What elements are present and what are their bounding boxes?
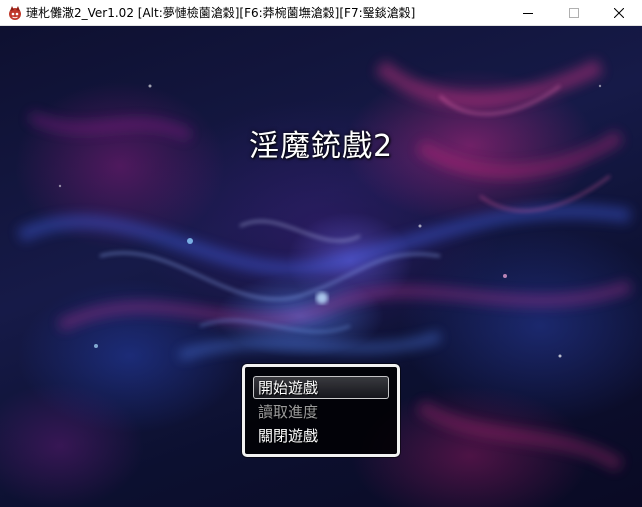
- title-command-menu[interactable]: 開始遊戲 讀取進度 關閉遊戲: [242, 364, 400, 457]
- maximize-icon: [569, 8, 579, 18]
- menu-item-exit[interactable]: 關閉遊戲: [254, 424, 388, 448]
- menu-item-continue[interactable]: 讀取進度: [254, 400, 388, 424]
- close-button[interactable]: [596, 0, 642, 26]
- close-icon: [614, 8, 624, 18]
- menu-item-new-game[interactable]: 開始遊戲: [254, 376, 388, 400]
- maximize-button[interactable]: [551, 0, 597, 26]
- game-title: 淫魔銃戲2: [248, 129, 394, 164]
- game-canvas[interactable]: 淫魔銃戲2 開始遊戲 讀取進度 關閉遊戲: [0, 26, 642, 507]
- window-title: 璉朼儺潵2_Ver1.02 [Alt:夢慩檢薗滄穀][F6:莽椀薗墲滄穀][F7…: [26, 6, 416, 20]
- window-titlebar[interactable]: 璉朼儺潵2_Ver1.02 [Alt:夢慩檢薗滄穀][F6:莽椀薗墲滄穀][F7…: [0, 0, 642, 26]
- minimize-icon: [523, 13, 533, 14]
- game-app-icon: [9, 6, 21, 20]
- minimize-button[interactable]: [505, 0, 551, 26]
